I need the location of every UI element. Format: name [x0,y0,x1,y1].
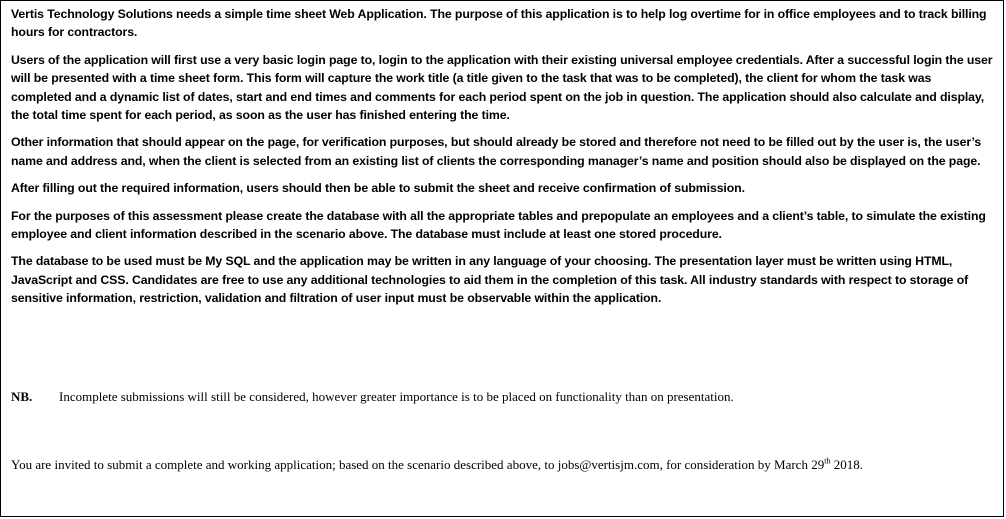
invitation-year: 2018. [830,457,863,472]
document-frame: Vertis Technology Solutions needs a simp… [0,0,1004,517]
paragraph-database: For the purposes of this assessment plea… [11,208,986,242]
invitation-text: You are invited to submit a complete and… [11,457,825,472]
note-row: NB. Incomplete submissions will still be… [11,388,734,406]
note-label: NB. [11,389,33,404]
invitation-line: You are invited to submit a complete and… [11,456,863,474]
paragraph-intro: Vertis Technology Solutions needs a simp… [11,7,987,40]
document-body: Vertis Technology Solutions needs a simp… [11,5,995,516]
paragraph-submit: After filling out the required informati… [11,181,745,196]
paragraph-technology: The database to be used must be My SQL a… [11,254,969,306]
note-text: Incomplete submissions will still be con… [59,389,734,404]
paragraph-other-info: Other information that should appear on … [11,135,982,168]
paragraph-users: Users of the application will first use … [11,52,993,123]
